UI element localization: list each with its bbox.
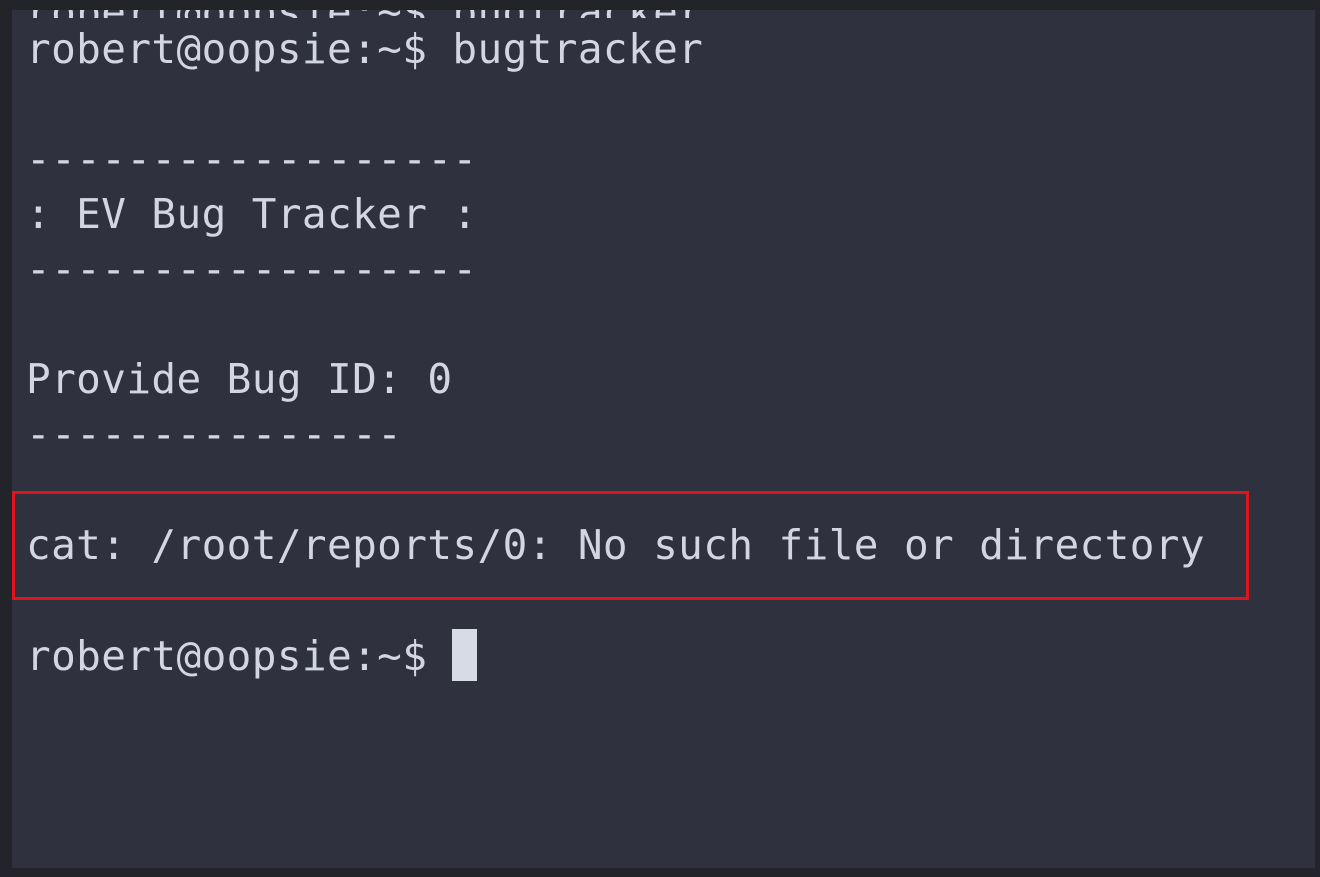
terminal-line-banner-bottom-rule: ------------------: [26, 245, 478, 293]
terminal-line-banner-top-rule: ------------------: [26, 135, 478, 183]
terminal-clipped-top-line: robert@oopsie:~$ bugtracker: [26, 10, 846, 18]
terminal-line-bug-id-prompt: Provide Bug ID: 0: [26, 355, 453, 403]
terminal-line-active-prompt[interactable]: robert@oopsie:~$: [26, 629, 452, 683]
error-highlight-box: [12, 491, 1249, 600]
terminal-clipped-line-text: robert@oopsie:~$ bugtracker: [26, 10, 703, 18]
terminal-line-banner-title: : EV Bug Tracker :: [26, 190, 478, 238]
screenshot-frame: robert@oopsie:~$ bugtracker robert@oopsi…: [0, 0, 1320, 877]
terminal-window[interactable]: robert@oopsie:~$ bugtracker robert@oopsi…: [12, 10, 1315, 868]
terminal-line-prompt-rule: ---------------: [26, 410, 403, 458]
terminal-cursor: [452, 629, 477, 681]
terminal-line-command: robert@oopsie:~$ bugtracker: [26, 25, 704, 73]
